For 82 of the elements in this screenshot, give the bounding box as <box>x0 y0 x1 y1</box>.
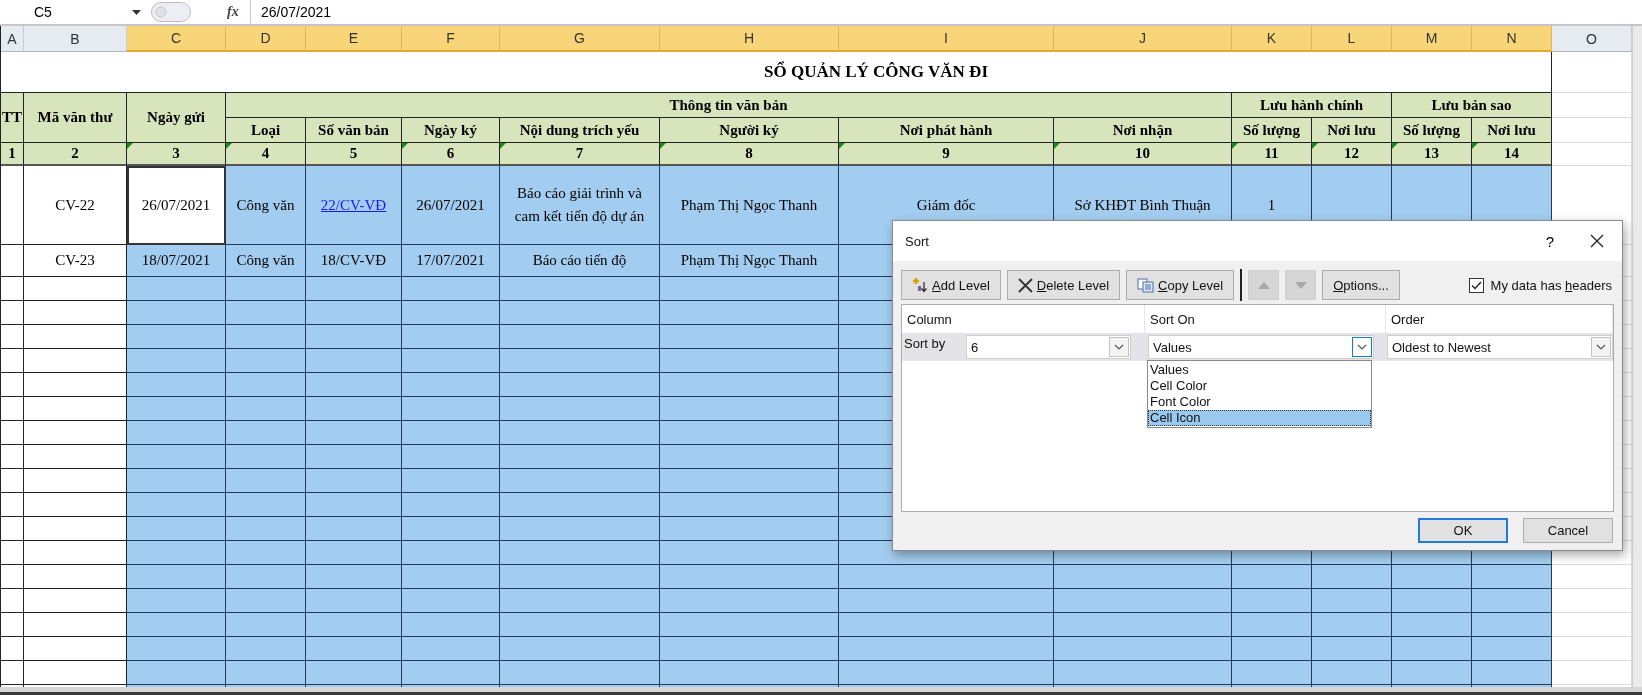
column-number: 10 <box>1135 145 1150 162</box>
column-number: 14 <box>1504 145 1519 162</box>
column-number: 9 <box>942 145 950 162</box>
column-header[interactable]: F <box>402 26 500 52</box>
column-heading: Order <box>1391 311 1425 327</box>
column-number: 2 <box>71 145 79 162</box>
header-cell: Số văn bản <box>306 118 402 143</box>
column-header[interactable]: C <box>127 26 226 52</box>
dropdown-option[interactable]: Values <box>1148 362 1371 378</box>
column-number: 7 <box>575 145 584 162</box>
add-level-button[interactable]: Add Level <box>901 270 1001 300</box>
column-number: 8 <box>745 145 753 162</box>
header-cell: TT <box>1 93 24 143</box>
column-header[interactable]: O <box>1552 26 1632 52</box>
column-number: 6 <box>446 145 455 162</box>
copy-level-button[interactable]: Copy Level <box>1126 270 1235 300</box>
header-cell: Số lượng <box>1232 118 1312 143</box>
function-label[interactable]: fx <box>227 0 251 24</box>
header-cell: Mã văn thư <box>24 93 127 143</box>
help-button[interactable]: ? <box>1541 232 1558 250</box>
table-cell: 26/07/2021 <box>402 166 500 245</box>
header-cell: Người ký <box>660 118 839 143</box>
level-label: Sort by <box>904 335 947 351</box>
table-cell: 17/07/2021 <box>402 245 500 277</box>
column-number: 1 <box>8 145 16 162</box>
header-cell: Nơi lưu <box>1312 118 1392 143</box>
cancel-button[interactable]: Cancel <box>1523 518 1613 543</box>
table-cell: 18/07/2021 <box>127 245 226 277</box>
column-heading: Sort On <box>1150 311 1195 327</box>
header-cell: Ngày ký <box>402 118 500 143</box>
column-header[interactable]: A <box>1 26 24 52</box>
sort-on-select[interactable]: Values <box>1148 335 1374 359</box>
header-cell: Loại <box>226 118 306 143</box>
table-cell: Phạm Thị Ngọc Thanh <box>660 245 839 277</box>
column-header[interactable]: D <box>226 26 306 52</box>
header-cell: Thông tin văn bản <box>226 93 1232 118</box>
column-number: 12 <box>1344 145 1359 162</box>
column-header[interactable]: G <box>500 26 660 52</box>
table-cell: Báo cáo tiến độ <box>500 245 660 277</box>
header-cell: Nội dung trích yếu <box>500 118 660 143</box>
header-cell: Số lượng <box>1392 118 1472 143</box>
options-button[interactable]: Options... <box>1322 270 1400 300</box>
dropdown-option[interactable]: Font Color <box>1148 394 1371 410</box>
column-number: 3 <box>172 145 180 162</box>
header-cell: Lưu bản sao <box>1392 93 1552 118</box>
order-select[interactable]: Oldest to Newest <box>1387 335 1613 359</box>
header-cell: Ngày gửi <box>127 93 226 143</box>
header-cell: Nơi nhận <box>1054 118 1232 143</box>
column-header[interactable]: K <box>1232 26 1312 52</box>
column-heading: Column <box>907 311 952 327</box>
table-cell: 26/07/2021 <box>127 166 226 245</box>
formula-field[interactable]: 26/07/2021 <box>251 4 1642 20</box>
hyperlink[interactable]: 22/CV-VĐ <box>320 196 387 214</box>
header-cell: Lưu hành chính <box>1232 93 1392 118</box>
dropdown-option[interactable]: Cell Icon <box>1148 410 1371 426</box>
sort-level-row[interactable]: Sort by 6 Values Oldest to Newest <box>902 333 1613 361</box>
column-header[interactable]: N <box>1472 26 1552 52</box>
column-header[interactable]: H <box>660 26 839 52</box>
table-cell: Phạm Thị Ngọc Thanh <box>660 166 839 245</box>
column-select[interactable]: 6 <box>966 335 1131 359</box>
delete-level-button[interactable]: Delete Level <box>1006 270 1121 300</box>
headers-checkbox[interactable]: My data has headers <box>1468 277 1612 293</box>
column-header[interactable]: I <box>839 26 1054 52</box>
column-number: 13 <box>1424 145 1439 162</box>
name-box[interactable]: C5 <box>0 4 130 20</box>
dropdown-option[interactable]: Cell Color <box>1148 378 1371 394</box>
cell-text: 18/CV-VĐ <box>320 252 387 269</box>
column-number: 11 <box>1264 145 1279 162</box>
header-cell: Nơi lưu <box>1472 118 1552 143</box>
table-cell: Công văn <box>226 166 306 245</box>
column-header[interactable]: J <box>1054 26 1232 52</box>
column-header[interactable]: M <box>1392 26 1472 52</box>
checkbox-label: My data has headers <box>1490 277 1612 293</box>
column-header[interactable]: E <box>306 26 402 52</box>
table-cell: Công văn <box>226 245 306 277</box>
ok-button[interactable]: OK <box>1418 518 1508 543</box>
column-header[interactable]: B <box>24 26 127 52</box>
table-cell: Báo cáo giải trình và cam kết tiến độ dự án <box>500 166 660 245</box>
column-number: 4 <box>261 145 270 162</box>
column-number: 5 <box>349 145 358 162</box>
header-cell: Nơi phát hành <box>839 118 1054 143</box>
column-header[interactable]: L <box>1312 26 1392 52</box>
